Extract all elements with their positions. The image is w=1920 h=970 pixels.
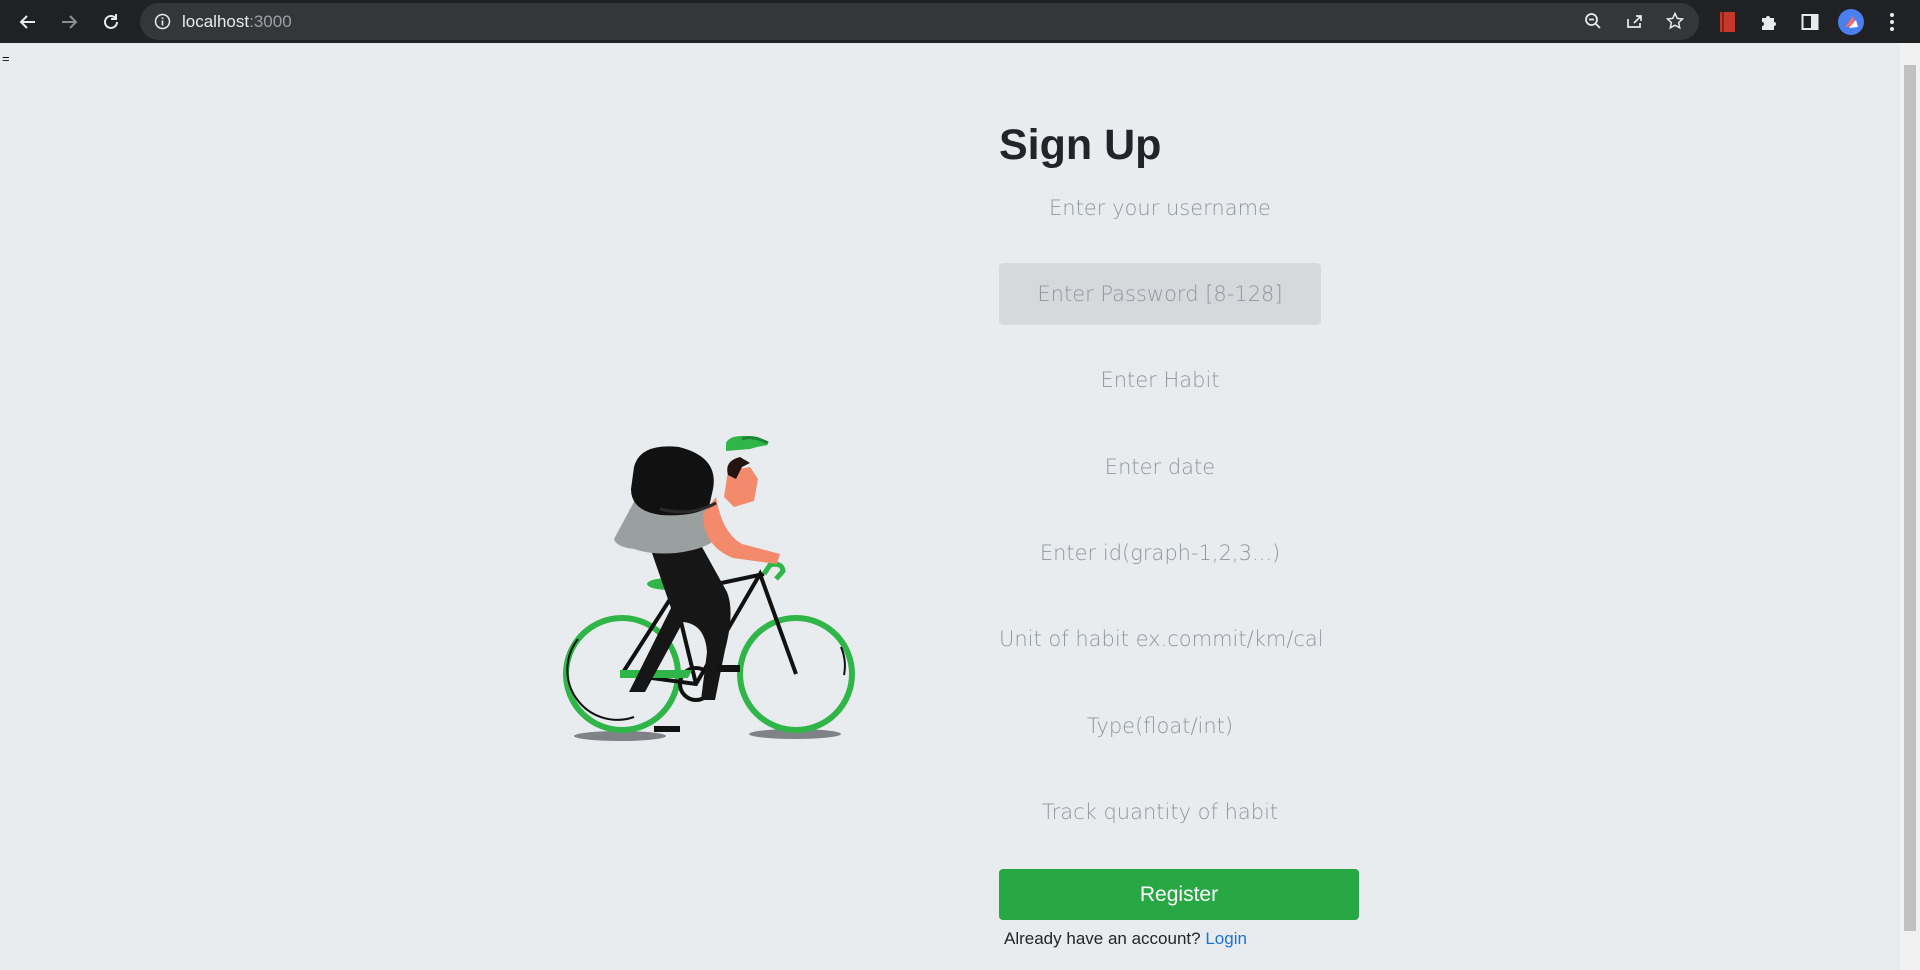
site-info-icon [154, 13, 171, 30]
extensions-button[interactable] [1755, 8, 1783, 36]
back-button[interactable] [14, 8, 42, 36]
puzzle-icon [1762, 16, 1776, 30]
zoom-button[interactable] [1579, 7, 1607, 35]
extension-red-book[interactable] [1714, 8, 1742, 36]
share-icon [1627, 15, 1642, 28]
graph-id-input[interactable] [999, 522, 1321, 584]
password-input[interactable] [999, 263, 1321, 325]
share-button[interactable] [1620, 7, 1648, 35]
stray-text: = [2, 51, 10, 66]
star-icon [1666, 12, 1684, 30]
profile-button[interactable] [1837, 8, 1865, 36]
forward-button[interactable] [55, 8, 83, 36]
register-button[interactable]: Register [999, 869, 1359, 920]
login-prompt-text: Already have an account? [1004, 929, 1201, 948]
cyclist-illustration [563, 435, 855, 741]
login-prompt: Already have an account? Login [1004, 929, 1247, 949]
side-panel-button[interactable] [1796, 8, 1824, 36]
zoom-icon [1585, 13, 1601, 29]
bookmark-button[interactable] [1661, 7, 1689, 35]
page-viewport: = Sign Up Register Already have an accou… [0, 43, 1900, 970]
username-input[interactable] [999, 177, 1321, 239]
page-title: Sign Up [999, 121, 1162, 169]
date-input[interactable] [999, 436, 1321, 498]
habit-unit-input[interactable] [999, 608, 1321, 670]
forward-arrow-icon [62, 15, 78, 29]
chrome-menu-button[interactable] [1878, 8, 1906, 36]
reload-icon [104, 14, 118, 29]
red-book-icon [1720, 12, 1735, 32]
more-vertical-icon [1890, 13, 1894, 31]
vertical-scrollbar[interactable] [1900, 43, 1920, 970]
reload-button[interactable] [97, 8, 125, 36]
side-panel-icon [1801, 14, 1819, 30]
scrollbar-thumb[interactable] [1904, 65, 1916, 931]
avatar-icon [1838, 9, 1864, 35]
type-input[interactable] [999, 695, 1321, 757]
habit-input[interactable] [999, 349, 1321, 411]
back-arrow-icon [19, 15, 35, 29]
quantity-input[interactable] [999, 781, 1321, 843]
url-text: localhost:3000 [182, 12, 292, 31]
browser-toolbar: localhost:3000 [0, 0, 1920, 43]
login-link[interactable]: Login [1205, 929, 1247, 948]
address-bar[interactable]: localhost:3000 [140, 3, 1699, 40]
